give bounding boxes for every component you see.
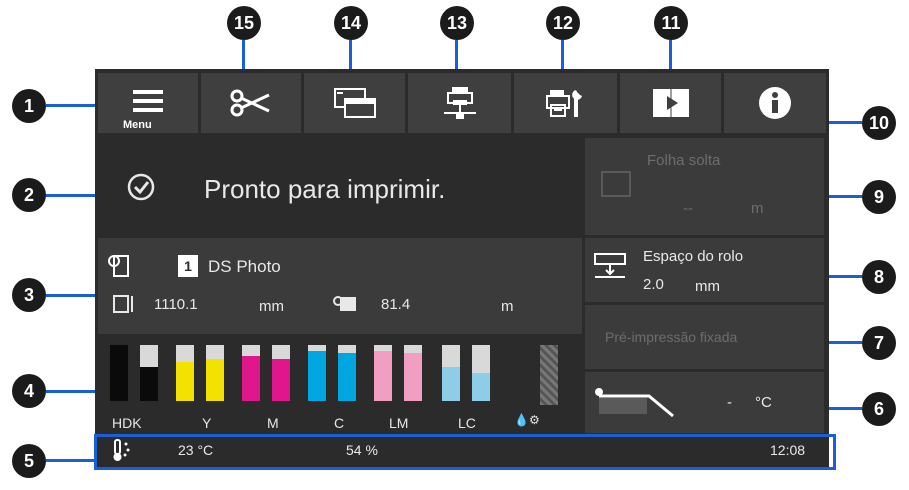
ink-level-fill-8 bbox=[338, 353, 356, 401]
ink-level-fill-1 bbox=[110, 345, 128, 401]
ink-level-fill-11 bbox=[442, 367, 460, 401]
callout-13: 13 bbox=[440, 6, 474, 40]
video-book-icon bbox=[652, 89, 689, 117]
roll-space-title: Espaço do rolo bbox=[643, 248, 744, 265]
ink-level-fill-5 bbox=[242, 356, 260, 401]
panel9-value: -- bbox=[683, 200, 693, 217]
callout-3: 3 bbox=[12, 278, 46, 312]
callout-1: 1 bbox=[12, 89, 46, 123]
roll-space-value: 2.0 bbox=[643, 276, 664, 293]
callout-5: 5 bbox=[12, 444, 46, 478]
ink-level-fill-4 bbox=[206, 359, 224, 401]
info-button[interactable] bbox=[724, 73, 826, 133]
ink-cartridge-10 bbox=[404, 345, 422, 401]
ink-level-fill-9 bbox=[374, 351, 392, 401]
heater-unit: °C bbox=[755, 394, 772, 411]
ink-level-fill-6 bbox=[272, 359, 290, 401]
ink-cartridge-7 bbox=[308, 345, 326, 401]
check-circle-icon bbox=[127, 173, 155, 201]
status-message: Pronto para imprimir. bbox=[204, 174, 446, 204]
panel9-unit: m bbox=[751, 200, 764, 217]
media-name: DS Photo bbox=[208, 257, 281, 276]
callout-14: 14 bbox=[334, 6, 368, 40]
ink-bars bbox=[110, 345, 580, 407]
ink-level-fill-3 bbox=[176, 362, 194, 401]
maintenance-box-icons: 💧⚙ bbox=[514, 413, 540, 427]
menu-button[interactable]: Menu bbox=[98, 73, 198, 133]
ink-cartridge-5 bbox=[242, 345, 260, 401]
printer-wrench-icon bbox=[545, 90, 582, 117]
media-settings-button[interactable] bbox=[304, 73, 405, 133]
ink-cartridge-3 bbox=[176, 345, 194, 401]
callout-10: 10 bbox=[862, 106, 896, 140]
callout-4: 4 bbox=[12, 374, 46, 408]
network-printer-icon bbox=[443, 87, 476, 119]
ink-cartridge-9 bbox=[374, 345, 392, 401]
ink-cartridge-11 bbox=[442, 345, 460, 401]
pre-print-panel[interactable]: Pré-impressão fixada bbox=[585, 305, 824, 369]
menu-icon bbox=[133, 90, 163, 112]
callout-12: 12 bbox=[546, 6, 580, 40]
media-slot-badge: 1 bbox=[178, 255, 198, 277]
roll-space-panel[interactable]: Espaço do rolo 2.0 mm bbox=[585, 238, 824, 302]
ink-label-lm: LM bbox=[389, 415, 409, 431]
ink-level-fill-2 bbox=[140, 367, 158, 401]
media-remaining-unit: m bbox=[501, 298, 514, 315]
callout-7: 7 bbox=[862, 326, 896, 360]
video-manual-button[interactable] bbox=[620, 73, 721, 133]
media-length-unit: mm bbox=[259, 298, 284, 315]
media-settings-icon bbox=[333, 88, 376, 118]
roll-gap-icon bbox=[594, 253, 626, 278]
status-bar-highlight bbox=[94, 434, 836, 470]
ink-cartridge-6 bbox=[272, 345, 290, 401]
ink-label-m: M bbox=[267, 415, 279, 431]
network-button[interactable] bbox=[408, 73, 511, 133]
ink-level-fill-7 bbox=[308, 351, 326, 401]
callout-15: 15 bbox=[227, 6, 261, 40]
menu-label: Menu bbox=[123, 119, 152, 131]
waste-ink-gauge bbox=[540, 345, 558, 405]
ink-cartridge-2 bbox=[140, 345, 158, 401]
scissors-icon bbox=[230, 89, 270, 117]
heater-platen-icon bbox=[595, 388, 674, 418]
media-length-value: 1110.1 bbox=[154, 296, 198, 313]
callout-9: 9 bbox=[862, 180, 896, 214]
panel9-icon bbox=[601, 171, 631, 197]
ink-label-hdk: HDK bbox=[112, 415, 142, 431]
roll-paper-icon bbox=[108, 255, 129, 277]
printer-screen: Menu Pronto para imprimir. Folha solta -… bbox=[95, 69, 829, 467]
ink-panel[interactable]: HDK Y M C LM LC 💧⚙ bbox=[98, 337, 582, 433]
roll-space-unit: mm bbox=[695, 278, 720, 295]
callout-8: 8 bbox=[862, 260, 896, 294]
ink-cartridge-8 bbox=[338, 345, 356, 401]
paper-length-icon bbox=[113, 295, 133, 313]
callout-11: 11 bbox=[654, 6, 688, 40]
heater-panel[interactable]: - °C bbox=[585, 372, 824, 433]
cut-button[interactable] bbox=[201, 73, 301, 133]
ink-level-fill-12 bbox=[472, 373, 490, 401]
ink-label-y: Y bbox=[202, 415, 212, 431]
maintenance-button[interactable] bbox=[514, 73, 617, 133]
panel9-title: Folha solta bbox=[647, 152, 721, 169]
ink-label-c: C bbox=[334, 415, 345, 431]
callout-2: 2 bbox=[12, 178, 46, 212]
callout-6: 6 bbox=[862, 392, 896, 426]
media-remaining-value: 81.4 bbox=[381, 296, 411, 313]
ink-cartridge-4 bbox=[206, 345, 224, 401]
info-icon bbox=[759, 87, 791, 119]
status-panel: Pronto para imprimir. bbox=[98, 138, 582, 235]
ink-cartridge-12 bbox=[472, 345, 490, 401]
panel7-title: Pré-impressão fixada bbox=[605, 329, 738, 345]
heater-value: - bbox=[727, 394, 732, 411]
ink-cartridge-1 bbox=[110, 345, 128, 401]
media-panel[interactable]: 1 DS Photo 1110.1 mm 81.4 m bbox=[98, 238, 582, 334]
ink-label-lc: LC bbox=[458, 415, 476, 431]
leader-5 bbox=[46, 459, 94, 462]
cut-sheet-panel[interactable]: Folha solta -- m bbox=[585, 138, 824, 235]
roll-remaining-icon bbox=[333, 296, 356, 311]
ink-level-fill-10 bbox=[404, 353, 422, 401]
